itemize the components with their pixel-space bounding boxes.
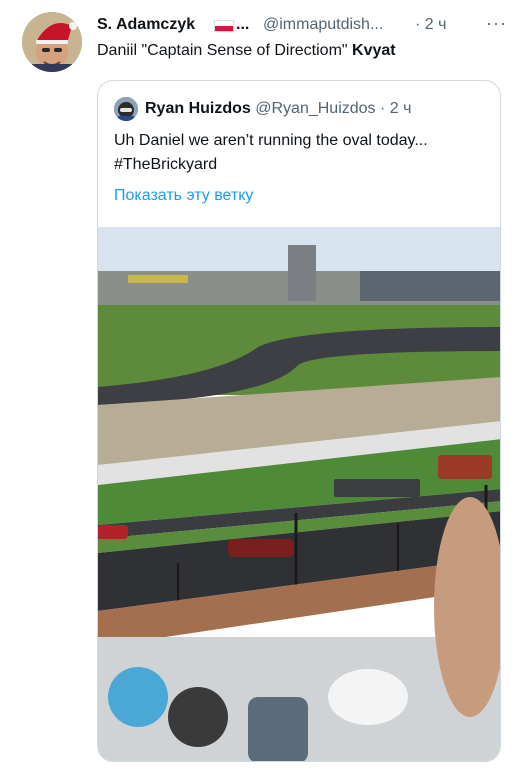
author-handle[interactable]: @immaputdish... bbox=[263, 14, 383, 36]
tweet-text-bold: Kvyat bbox=[352, 42, 396, 59]
photo-pagoda-tower bbox=[288, 245, 316, 301]
tweet-text-main: Daniil "Captain Sense of Directiom" bbox=[97, 42, 353, 59]
photo-tow-truck bbox=[438, 455, 492, 479]
quote-author-handle[interactable]: @Ryan_Huizdos bbox=[255, 100, 375, 117]
quote-hashtag[interactable]: #TheBrickyard bbox=[114, 153, 217, 177]
photo-spectator bbox=[248, 697, 308, 761]
quote-author-avatar[interactable] bbox=[114, 97, 138, 121]
quote-text-line1: Uh Daniel we aren’t running the oval tod… bbox=[114, 132, 428, 149]
photo-spectator-cap bbox=[108, 667, 168, 727]
quote-author-name[interactable]: Ryan Huizdos bbox=[145, 100, 251, 117]
race-track-photo[interactable] bbox=[98, 227, 501, 762]
photo-race-car bbox=[98, 525, 128, 539]
author-name-ellipsis: ... bbox=[236, 16, 250, 33]
author-avatar[interactable] bbox=[22, 12, 82, 72]
tweet-text: Daniil "Captain Sense of Directiom" Kvya… bbox=[97, 40, 396, 62]
quoted-tweet-card[interactable]: Ryan Huizdos @Ryan_Huizdos · 2 ч Uh Dani… bbox=[97, 80, 501, 762]
photo-sign bbox=[128, 275, 188, 283]
quote-header: Ryan Huizdos @Ryan_Huizdos · 2 ч bbox=[145, 98, 411, 120]
photo-flatbed-truck bbox=[334, 479, 420, 497]
avatar-santa-hat bbox=[22, 12, 82, 72]
photo-right-grandstand bbox=[360, 271, 500, 301]
photo-white-cup bbox=[328, 669, 408, 725]
avatar-racing-helmet bbox=[114, 97, 138, 121]
photo-spectator-head bbox=[168, 687, 228, 747]
poland-flag-icon bbox=[214, 20, 234, 32]
photo-race-car bbox=[228, 539, 294, 557]
quote-time[interactable]: · 2 ч bbox=[380, 100, 411, 117]
author-name[interactable]: S. Adamczyk bbox=[97, 14, 195, 36]
tweet-header: S. Adamczyk ... @immaputdish... · 2 ч ··… bbox=[97, 12, 507, 36]
tweet-time[interactable]: · 2 ч bbox=[415, 14, 446, 36]
more-options-icon[interactable]: ··· bbox=[486, 12, 507, 34]
show-thread-link[interactable]: Показать эту ветку bbox=[114, 184, 253, 208]
